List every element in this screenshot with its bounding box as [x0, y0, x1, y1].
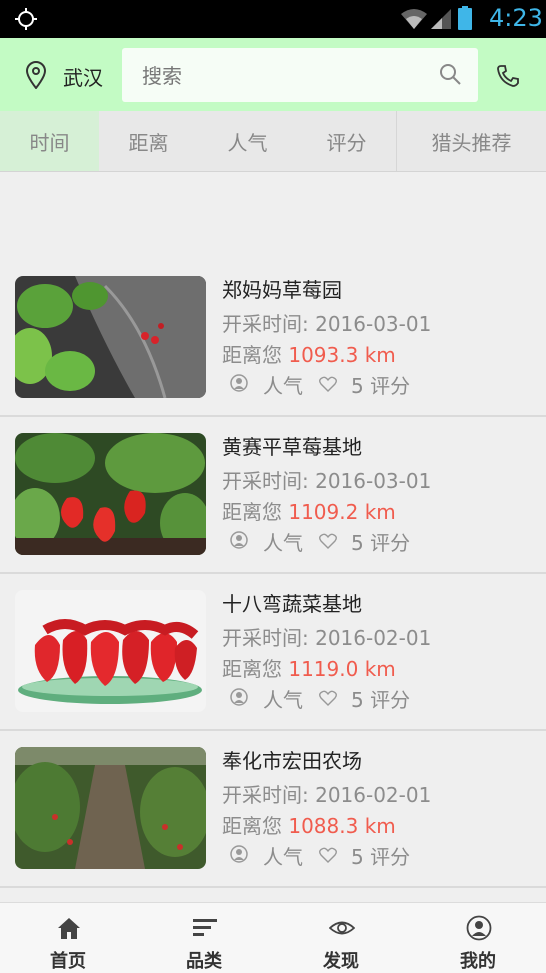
- distance-row: 距离您 1109.2 km: [222, 496, 396, 525]
- popularity-label: 人气: [263, 688, 303, 712]
- search-box: [122, 48, 478, 104]
- farm-name: 郑妈妈草莓园: [222, 278, 342, 302]
- farm-name: 奉化市宏田农场: [222, 749, 362, 773]
- user-icon: [466, 915, 492, 941]
- farm-name: 黄赛平草莓基地: [222, 435, 362, 459]
- tab-recommend[interactable]: 猎头推荐: [396, 111, 546, 171]
- score-label: 5 评分: [351, 688, 411, 712]
- distance-label: 距离您: [222, 657, 282, 681]
- farm-photo: [15, 276, 206, 398]
- heart-icon[interactable]: [319, 376, 337, 392]
- nav-category[interactable]: 品类: [136, 903, 272, 973]
- farm-photo: [15, 590, 206, 712]
- distance-label: 距离您: [222, 814, 282, 838]
- score-label: 5 评分: [351, 845, 411, 869]
- heart-icon[interactable]: [319, 690, 337, 706]
- status-bar: 4:23: [0, 0, 546, 38]
- nav-discover-label: 发现: [323, 951, 359, 972]
- distance-value: 1119.0 km: [288, 657, 396, 681]
- list-item[interactable]: 黄赛平草莓基地 开采时间: 2016-03-01 距离您 1109.2 km 人…: [0, 417, 546, 574]
- signal-icon: [431, 9, 451, 29]
- nav-mine[interactable]: 我的: [410, 903, 546, 973]
- home-icon: [58, 918, 80, 939]
- distance-value: 1093.3 km: [288, 343, 396, 367]
- list-item[interactable]: 十八弯蔬菜基地 开采时间: 2016-02-01 距离您 1119.0 km 人…: [0, 574, 546, 731]
- nav-home-label: 首页: [50, 951, 86, 972]
- list-item[interactable]: 郑妈妈草莓园 开采时间: 2016-03-01 距离您 1093.3 km 人气…: [0, 260, 546, 417]
- distance-value: 1088.3 km: [288, 814, 396, 838]
- nav-category-label: 品类: [186, 951, 222, 972]
- distance-value: 1109.2 km: [288, 500, 396, 524]
- battery-icon: [458, 6, 472, 30]
- score-label: 5 评分: [351, 531, 411, 555]
- user-icon: [230, 688, 248, 706]
- bottom-nav: 首页 品类 发现 我的: [0, 902, 546, 973]
- distance-row: 距离您 1119.0 km: [222, 653, 396, 682]
- farm-photo: [15, 433, 206, 555]
- header-bar: 武汉: [0, 38, 546, 111]
- farm-photo: [15, 747, 206, 869]
- search-icon[interactable]: [438, 62, 462, 86]
- farm-name: 十八弯蔬菜基地: [222, 592, 362, 616]
- open-date: 开采时间: 2016-03-01: [222, 312, 432, 336]
- wifi-icon: [401, 9, 427, 29]
- location-pin-icon[interactable]: [25, 61, 47, 89]
- open-date: 开采时间: 2016-03-01: [222, 469, 432, 493]
- nav-home[interactable]: 首页: [0, 903, 136, 973]
- user-icon: [230, 845, 248, 863]
- gps-icon: [15, 8, 37, 30]
- tab-rating[interactable]: 评分: [297, 111, 396, 171]
- distance-row: 距离您 1088.3 km: [222, 810, 396, 839]
- distance-row: 距离您 1093.3 km: [222, 339, 396, 368]
- open-date: 开采时间: 2016-02-01: [222, 626, 432, 650]
- nav-discover[interactable]: 发现: [273, 903, 409, 973]
- distance-label: 距离您: [222, 343, 282, 367]
- popularity-label: 人气: [263, 845, 303, 869]
- list-item[interactable]: 奉化市宏田农场 开采时间: 2016-02-01 距离您 1088.3 km 人…: [0, 731, 546, 888]
- user-icon: [230, 374, 248, 392]
- city-selector[interactable]: 武汉: [63, 62, 103, 91]
- popularity-label: 人气: [263, 531, 303, 555]
- heart-icon[interactable]: [319, 533, 337, 549]
- user-icon: [230, 531, 248, 549]
- heart-icon[interactable]: [319, 847, 337, 863]
- sort-tabs: 时间 距离 人气 评分 猎头推荐: [0, 111, 546, 172]
- phone-icon[interactable]: [496, 64, 520, 88]
- tab-time[interactable]: 时间: [0, 111, 99, 171]
- search-input[interactable]: [122, 48, 444, 104]
- category-icon: [193, 919, 217, 936]
- nav-mine-label: 我的: [460, 951, 496, 972]
- tab-distance[interactable]: 距离: [99, 111, 198, 171]
- score-label: 5 评分: [351, 374, 411, 398]
- popularity-label: 人气: [263, 374, 303, 398]
- distance-label: 距离您: [222, 500, 282, 524]
- tab-popularity[interactable]: 人气: [198, 111, 297, 171]
- eye-icon: [329, 921, 355, 935]
- status-time: 4:23: [489, 4, 543, 32]
- farm-list: 郑妈妈草莓园 开采时间: 2016-03-01 距离您 1093.3 km 人气…: [0, 260, 546, 888]
- open-date: 开采时间: 2016-02-01: [222, 783, 432, 807]
